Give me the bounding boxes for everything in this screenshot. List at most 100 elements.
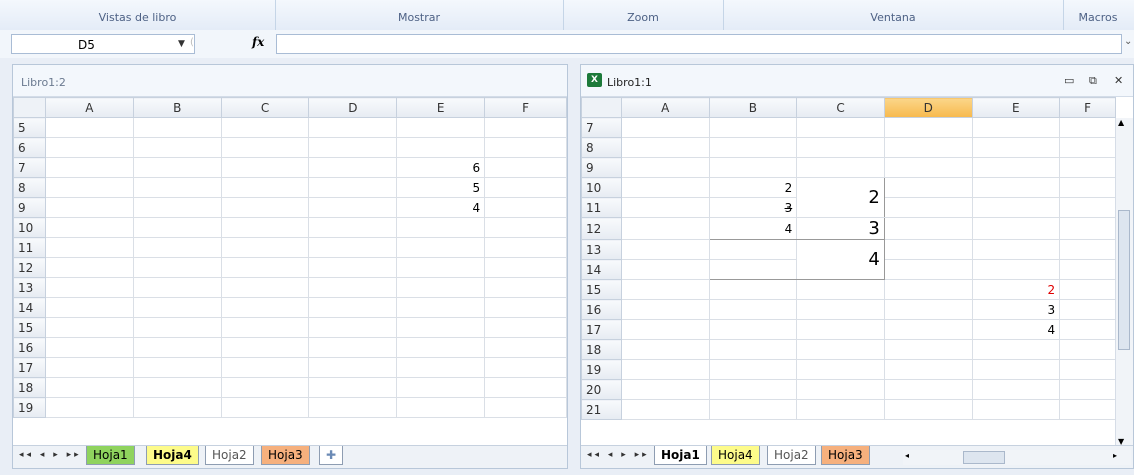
row-header[interactable]: 7: [13, 157, 46, 178]
cell[interactable]: [971, 217, 1061, 240]
cell[interactable]: [44, 177, 134, 198]
sheet-tab-hoja1[interactable]: Hoja1: [654, 446, 707, 465]
cell[interactable]: [132, 217, 222, 238]
cell[interactable]: [396, 137, 486, 158]
cell[interactable]: [308, 197, 398, 218]
cell[interactable]: [883, 157, 973, 178]
cell[interactable]: [1059, 319, 1116, 340]
cell[interactable]: [308, 177, 398, 198]
cell[interactable]: [308, 277, 398, 298]
insert-sheet-icon[interactable]: ✚: [319, 446, 344, 465]
cell[interactable]: [220, 377, 310, 398]
cell[interactable]: [44, 297, 134, 318]
row-header[interactable]: 11: [13, 237, 46, 258]
cell[interactable]: [883, 137, 973, 158]
row-header[interactable]: 13: [13, 277, 46, 298]
cell[interactable]: [220, 157, 310, 178]
cell[interactable]: [620, 319, 710, 340]
cell[interactable]: [308, 317, 398, 338]
minimize-button[interactable]: ▭: [1064, 74, 1074, 87]
cell[interactable]: [396, 277, 486, 298]
row-header[interactable]: 8: [581, 137, 622, 158]
cell[interactable]: [620, 197, 710, 218]
column-header[interactable]: A: [44, 97, 134, 118]
window-titlebar[interactable]: X Libro1:1 ▭ ⧉ ✕: [581, 65, 1133, 97]
cell[interactable]: [396, 337, 486, 358]
cell[interactable]: [132, 157, 222, 178]
cell[interactable]: [1059, 359, 1116, 380]
cell[interactable]: [971, 259, 1061, 280]
cell[interactable]: [708, 339, 798, 360]
cell[interactable]: [883, 339, 973, 360]
cell[interactable]: [44, 377, 134, 398]
cell[interactable]: [308, 337, 398, 358]
cell[interactable]: [308, 117, 398, 138]
scrollbar-thumb[interactable]: [1118, 210, 1130, 350]
cell-e8[interactable]: 5: [396, 177, 486, 198]
cell[interactable]: [796, 117, 885, 138]
cell[interactable]: [396, 117, 486, 138]
cell[interactable]: [132, 297, 222, 318]
row-header[interactable]: 6: [13, 137, 46, 158]
insert-function-icon[interactable]: fx: [252, 35, 264, 49]
cell[interactable]: [1059, 197, 1116, 218]
cell[interactable]: [220, 277, 310, 298]
column-header[interactable]: C: [796, 97, 885, 118]
cell[interactable]: [1059, 379, 1116, 400]
cell[interactable]: [484, 377, 567, 398]
cell[interactable]: [971, 177, 1061, 198]
ribbon-group-mostrar[interactable]: Mostrar: [275, 0, 564, 30]
row-header[interactable]: 7: [581, 117, 622, 138]
cell[interactable]: [620, 299, 710, 320]
cell[interactable]: [883, 359, 973, 380]
cell[interactable]: [44, 117, 134, 138]
cell[interactable]: [1059, 137, 1116, 158]
row-header[interactable]: 17: [581, 319, 622, 340]
cell[interactable]: [220, 337, 310, 358]
cell[interactable]: [484, 257, 567, 278]
cell-e15[interactable]: 2: [971, 279, 1061, 300]
cell[interactable]: [220, 297, 310, 318]
cell[interactable]: [484, 177, 567, 198]
cell[interactable]: [1059, 239, 1116, 260]
cell[interactable]: [484, 297, 567, 318]
cell[interactable]: [132, 397, 222, 418]
cell[interactable]: [708, 359, 798, 380]
cell[interactable]: [220, 357, 310, 378]
cell[interactable]: [132, 317, 222, 338]
column-header[interactable]: B: [708, 97, 798, 118]
cell[interactable]: [132, 377, 222, 398]
spreadsheet-grid[interactable]: A B C D E F 5 6 76 85 94 10 11 12 13 14 …: [13, 97, 567, 418]
cell[interactable]: [796, 359, 885, 380]
cell[interactable]: [620, 379, 710, 400]
cell[interactable]: [44, 397, 134, 418]
cell[interactable]: [883, 379, 973, 400]
spreadsheet-grid[interactable]: A B C D E F 7 8 9 10 2 2 11 3 12 4 3 13 4 14 1…: [581, 97, 1116, 420]
cell[interactable]: [971, 197, 1061, 218]
row-header[interactable]: 11: [581, 197, 622, 218]
cell[interactable]: [44, 197, 134, 218]
column-header[interactable]: C: [220, 97, 310, 118]
cell-c12[interactable]: 3: [796, 217, 885, 240]
window-titlebar[interactable]: Libro1:2: [13, 65, 567, 97]
cell[interactable]: [132, 337, 222, 358]
cell[interactable]: [44, 157, 134, 178]
cell[interactable]: [620, 217, 710, 240]
cell[interactable]: [971, 137, 1061, 158]
cell[interactable]: [396, 317, 486, 338]
cell[interactable]: [308, 297, 398, 318]
cell[interactable]: [484, 137, 567, 158]
sheet-tab-hoja1[interactable]: Hoja1: [86, 446, 135, 465]
cell[interactable]: [1059, 279, 1116, 300]
row-header[interactable]: 16: [581, 299, 622, 320]
row-header[interactable]: 15: [581, 279, 622, 300]
cell[interactable]: [796, 157, 885, 178]
cell[interactable]: [308, 357, 398, 378]
ribbon-group-zoom[interactable]: Zoom: [563, 0, 724, 30]
cell[interactable]: [132, 197, 222, 218]
cell-e7[interactable]: 6: [396, 157, 486, 178]
scroll-right-icon[interactable]: ▸: [1113, 451, 1117, 460]
row-header[interactable]: 20: [581, 379, 622, 400]
cell[interactable]: [132, 357, 222, 378]
cell[interactable]: [44, 337, 134, 358]
